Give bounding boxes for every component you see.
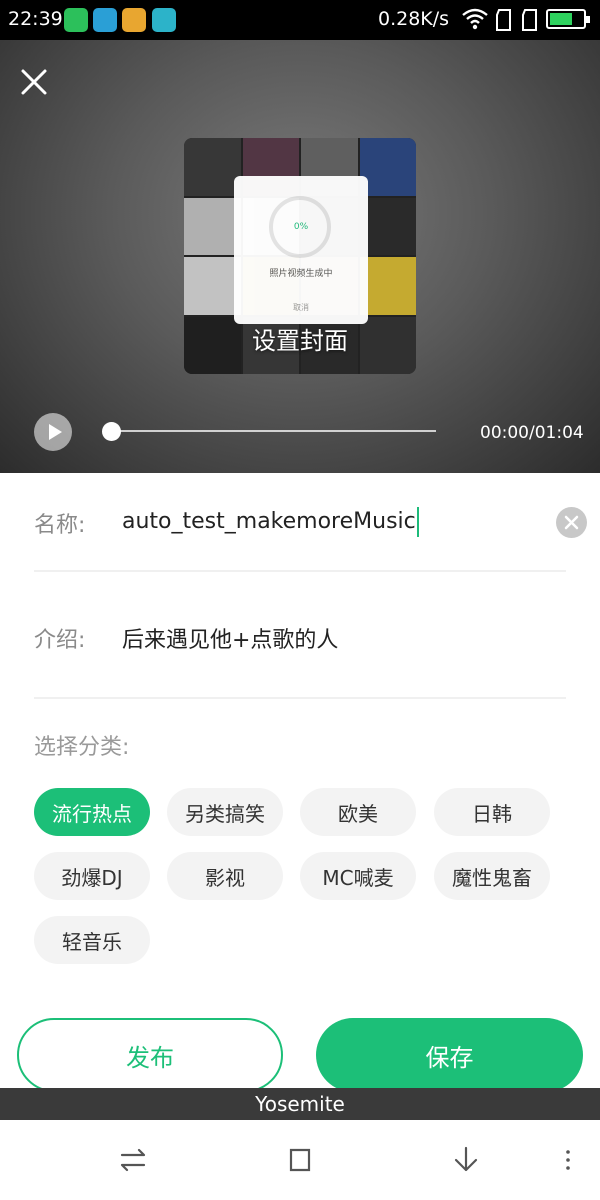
switch-icon[interactable] xyxy=(113,1142,153,1178)
seek-thumb[interactable] xyxy=(102,422,121,441)
category-label: 选择分类: xyxy=(34,735,130,760)
sim2-icon xyxy=(522,9,537,31)
intro-field[interactable]: 后来遇见他+点歌的人 xyxy=(122,622,338,654)
name-value[interactable]: auto_test_makemoreMusic xyxy=(122,509,416,534)
publish-button[interactable]: 发布 xyxy=(17,1018,283,1092)
progress-cancel-button[interactable]: 取消 xyxy=(234,302,368,313)
category-chip[interactable]: 欧美 xyxy=(300,788,416,836)
set-cover-label[interactable]: 设置封面 xyxy=(184,321,416,356)
network-speed: 0.28K/s xyxy=(378,8,450,30)
progress-text: 照片视频生成中 xyxy=(269,269,333,279)
battery-icon xyxy=(546,9,590,29)
back-icon[interactable] xyxy=(446,1142,486,1178)
battery-level xyxy=(550,13,572,25)
category-chip[interactable]: 劲爆DJ xyxy=(34,852,150,900)
category-chip[interactable]: 影视 xyxy=(167,852,283,900)
time-readout: 00:00/01:04 xyxy=(480,423,584,443)
gallery-icon xyxy=(122,8,146,32)
name-field[interactable]: auto_test_makemoreMusic xyxy=(122,507,419,537)
close-icon[interactable] xyxy=(14,62,54,102)
category-chip[interactable]: 另类搞笑 xyxy=(167,788,283,836)
clear-icon[interactable] xyxy=(556,507,587,538)
divider xyxy=(34,697,566,699)
category-chip[interactable]: 日韩 xyxy=(434,788,550,836)
status-time: 22:39 xyxy=(8,8,63,30)
usb-icon xyxy=(152,8,176,32)
status-bar: 22:39 0.28K/s xyxy=(0,0,600,40)
menu-icon[interactable] xyxy=(548,1142,588,1178)
name-label: 名称: xyxy=(34,513,86,538)
category-chip[interactable]: MC喊麦 xyxy=(300,852,416,900)
text-caret xyxy=(416,507,419,537)
seek-bar[interactable] xyxy=(108,430,436,432)
divider xyxy=(34,570,566,572)
category-chip[interactable]: 魔性鬼畜 xyxy=(434,852,550,900)
wifi-icon xyxy=(462,8,488,30)
play-button[interactable] xyxy=(34,413,72,451)
category-chip[interactable]: 流行热点 xyxy=(34,788,150,836)
browser-icon xyxy=(93,8,117,32)
wechat-icon xyxy=(64,8,88,32)
progress-percent: 0% xyxy=(293,222,309,232)
intro-label: 介绍: xyxy=(34,628,86,653)
sim-icon xyxy=(496,9,511,31)
save-button[interactable]: 保存 xyxy=(316,1018,583,1092)
home-icon[interactable] xyxy=(280,1142,320,1178)
play-icon xyxy=(49,424,62,440)
navigation-bar xyxy=(0,1120,600,1200)
category-chip[interactable]: 轻音乐 xyxy=(34,916,150,964)
progress-dialog: 0% 照片视频生成中 取消 xyxy=(234,176,368,324)
debug-label: Yosemite xyxy=(0,1088,600,1120)
